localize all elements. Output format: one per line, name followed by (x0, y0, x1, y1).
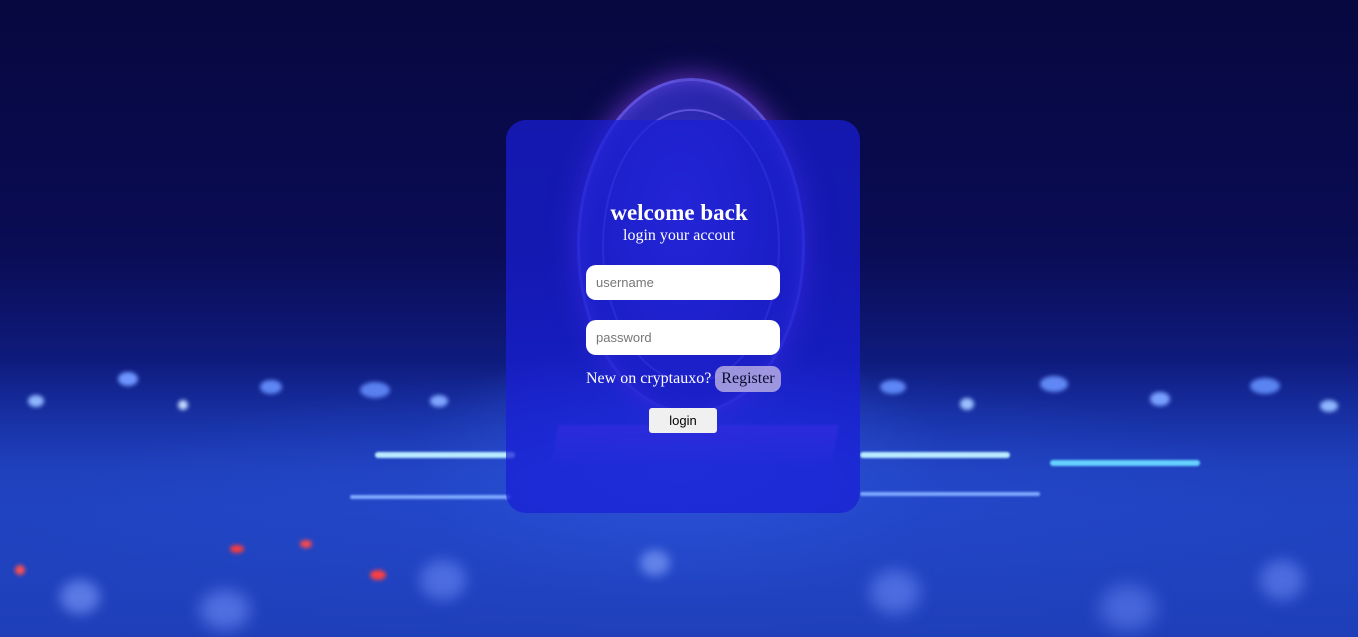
bokeh-light (430, 395, 448, 407)
login-card (506, 120, 860, 513)
bokeh-light (360, 382, 390, 398)
bokeh-light (230, 545, 244, 553)
neon-stripe (350, 495, 510, 499)
welcome-subtitle: login your accout (623, 227, 735, 244)
bokeh-light (960, 398, 974, 410)
neon-stripe (375, 452, 515, 458)
bokeh-light (880, 380, 906, 394)
bokeh-light (640, 550, 670, 576)
bokeh-light (28, 395, 44, 407)
bokeh-light (118, 372, 138, 386)
bokeh-light (260, 380, 282, 394)
bokeh-light (1260, 560, 1304, 600)
register-prompt: New on cryptauxo? (586, 370, 712, 387)
bokeh-light (370, 570, 386, 580)
bokeh-light (178, 400, 188, 410)
bokeh-light (15, 565, 25, 575)
welcome-title: welcome back (610, 200, 748, 225)
bokeh-light (60, 580, 100, 614)
bokeh-light (300, 540, 312, 548)
neon-stripe (860, 452, 1010, 458)
bokeh-light (200, 590, 250, 630)
password-input[interactable] (586, 320, 780, 355)
bokeh-light (1100, 585, 1156, 631)
register-button[interactable]: Register (715, 366, 781, 392)
neon-stripe (1050, 460, 1200, 466)
bokeh-light (1040, 376, 1068, 392)
bokeh-light (420, 560, 466, 600)
bokeh-light (1250, 378, 1280, 394)
bokeh-light (1320, 400, 1338, 412)
bokeh-light (1150, 392, 1170, 406)
login-button[interactable]: login (649, 408, 717, 433)
bokeh-light (870, 570, 920, 614)
neon-stripe (860, 492, 1040, 496)
username-input[interactable] (586, 265, 780, 300)
register-row: New on cryptauxo? Register (586, 366, 781, 392)
